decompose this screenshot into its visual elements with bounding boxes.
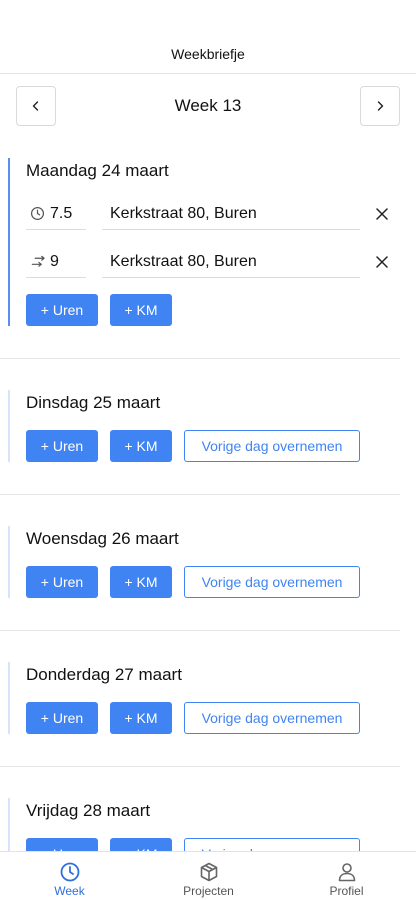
day-section-thursday: Donderdag 27 maart + Uren + KM Vorige da… (0, 662, 400, 736)
day-title: Maandag 24 maart (26, 161, 169, 180)
close-icon[interactable] (374, 206, 390, 222)
day-title: Dinsdag 25 maart (26, 393, 161, 412)
divider (0, 358, 400, 359)
divider (0, 630, 400, 631)
copy-previous-day-button[interactable]: Vorige dag overnemen (184, 702, 360, 734)
tab-profiel[interactable]: Profiel (277, 852, 416, 900)
copy-previous-day-button[interactable]: Vorige dag overnemen (184, 430, 360, 462)
tab-label: Week (54, 884, 85, 898)
day-indicator-bar (8, 158, 10, 326)
address-field[interactable]: Kerkstraat 80, Buren (102, 198, 360, 230)
add-km-button[interactable]: + KM (110, 430, 172, 462)
km-field[interactable]: 9 (26, 246, 86, 278)
hours-field[interactable]: 7.5 (26, 198, 86, 230)
tab-projecten[interactable]: Projecten (139, 852, 278, 900)
hours-value: 7.5 (50, 205, 73, 222)
day-indicator-bar (8, 526, 10, 598)
km-entry: 9 Kerkstraat 80, Buren (26, 246, 400, 278)
tab-week[interactable]: Week (0, 852, 139, 900)
week-label: Week 13 (174, 96, 242, 115)
add-hours-button[interactable]: + Uren (26, 702, 98, 734)
add-hours-button[interactable]: + Uren (26, 566, 98, 598)
day-section-tuesday: Dinsdag 25 maart + Uren + KM Vorige dag … (0, 390, 400, 464)
day-section-friday: Vrijdag 28 maart + Uren + KM Vorige dag … (0, 798, 400, 851)
copy-previous-day-button[interactable]: Vorige dag overnemen (184, 838, 360, 851)
address-value: Kerkstraat 80, Buren (110, 253, 257, 270)
address-field[interactable]: Kerkstraat 80, Buren (102, 246, 360, 278)
add-hours-button[interactable]: + Uren (26, 430, 98, 462)
week-navigation: Week 13 (16, 86, 400, 126)
app-header: Weekbriefje (0, 0, 416, 74)
box-icon (200, 862, 218, 882)
add-km-button[interactable]: + KM (110, 294, 172, 326)
day-title: Vrijdag 28 maart (26, 801, 151, 820)
add-km-button[interactable]: + KM (110, 566, 172, 598)
divider (0, 766, 400, 767)
add-km-button[interactable]: + KM (110, 702, 172, 734)
clock-icon (60, 862, 80, 882)
close-icon[interactable] (374, 254, 390, 270)
chevron-right-icon (377, 101, 384, 111)
day-indicator-bar (8, 662, 10, 734)
days-list[interactable]: Maandag 24 maart 7.5 Kerkstraat 80, Bure… (0, 140, 416, 851)
day-section-wednesday: Woensdag 26 maart + Uren + KM Vorige dag… (0, 526, 400, 600)
tab-label: Projecten (183, 884, 234, 898)
divider (0, 494, 400, 495)
uren-entry: 7.5 Kerkstraat 80, Buren (26, 198, 400, 230)
day-indicator-bar (8, 798, 10, 851)
user-icon (338, 863, 356, 882)
add-km-button[interactable]: + KM (110, 838, 172, 851)
day-title: Woensdag 26 maart (26, 529, 179, 548)
tab-label: Profiel (329, 884, 364, 898)
clock-icon (30, 206, 45, 221)
add-hours-button[interactable]: + Uren (26, 294, 98, 326)
day-indicator-bar (8, 390, 10, 462)
km-value: 9 (50, 253, 59, 270)
route-icon (31, 255, 45, 267)
add-hours-button[interactable]: + Uren (26, 838, 98, 851)
page-title: Weekbriefje (171, 46, 245, 62)
next-week-button[interactable] (360, 86, 400, 126)
address-value: Kerkstraat 80, Buren (110, 205, 257, 222)
bottom-tab-bar: Week Projecten Profiel (0, 851, 416, 900)
day-title: Donderdag 27 maart (26, 665, 182, 684)
day-section-monday: Maandag 24 maart 7.5 Kerkstraat 80, Bure… (0, 158, 400, 328)
copy-previous-day-button[interactable]: Vorige dag overnemen (184, 566, 360, 598)
